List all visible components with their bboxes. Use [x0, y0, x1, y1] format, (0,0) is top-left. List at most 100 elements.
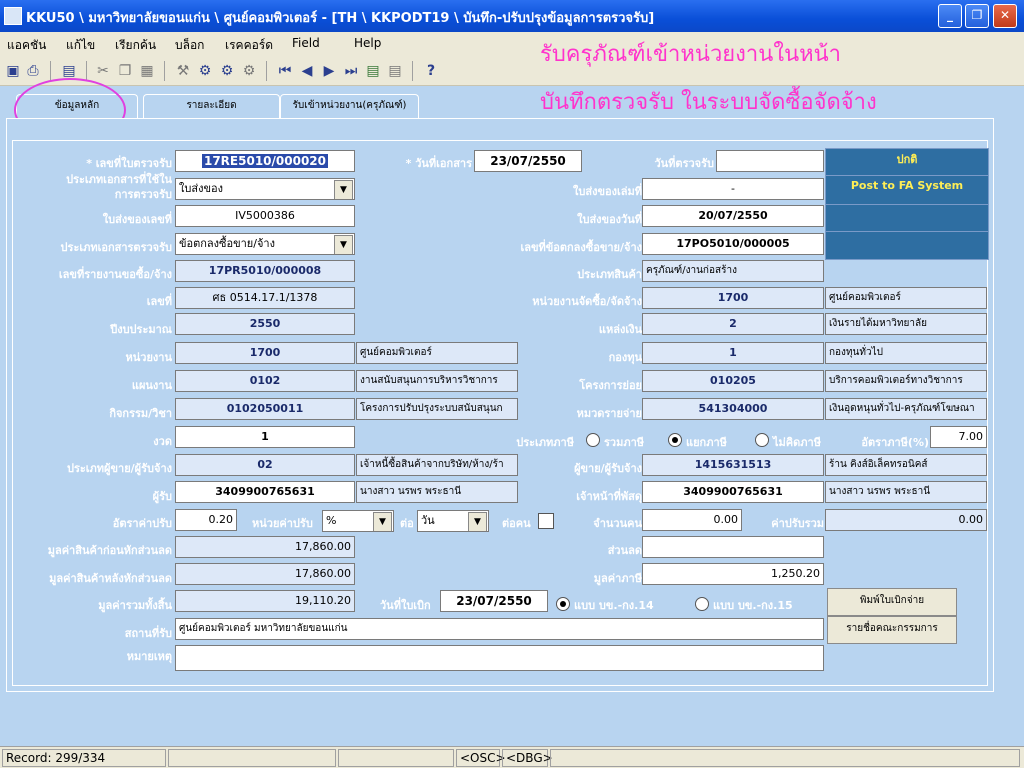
cut-icon[interactable]: ✂: [94, 62, 112, 80]
chevron-down-icon[interactable]: ▼: [334, 235, 353, 254]
fine-unit-select[interactable]: % ▼: [322, 510, 394, 532]
fund-name-field[interactable]: กองทุนทั่วไป: [825, 342, 987, 364]
inspect-doc-type-select[interactable]: ข้อตกลงซื้อขาย/จ้าง ▼: [175, 233, 355, 255]
menu-query[interactable]: เรียกค้น: [115, 36, 156, 55]
paste-icon[interactable]: ▦: [138, 62, 156, 80]
plan-name-field[interactable]: งานสนับสนุนการบริหารวิชาการ: [356, 370, 518, 392]
next-record-icon[interactable]: ▶: [320, 62, 338, 80]
discount-field[interactable]: [642, 536, 824, 558]
per-person-checkbox[interactable]: [538, 513, 554, 529]
activity-code-field[interactable]: 0102050011: [175, 398, 355, 420]
fund-source-name-field[interactable]: เงินรายได้มหาวิทยาลัย: [825, 313, 987, 335]
window-title: KKU50 \ มหาวิทยาลัยขอนแก่น \ ศูนย์คอมพิว…: [26, 11, 655, 26]
fine-rate-field[interactable]: 0.20: [175, 509, 237, 531]
total-field[interactable]: 19,110.20: [175, 590, 355, 612]
chevron-down-icon[interactable]: ▼: [468, 512, 487, 531]
product-type-field[interactable]: ครุภัณฑ์/งานก่อสร้าง: [642, 260, 824, 282]
fine-unit-value: %: [326, 514, 337, 527]
minimize-button[interactable]: _: [938, 4, 962, 28]
restore-button[interactable]: ❐: [965, 4, 989, 28]
doc-type-select[interactable]: ใบส่งของ ▼: [175, 178, 355, 200]
per-select[interactable]: วัน ▼: [417, 510, 489, 532]
officer-id-field[interactable]: 3409900765631: [642, 481, 824, 503]
value-before-field[interactable]: 17,860.00: [175, 536, 355, 558]
sub-project-code-field[interactable]: 010205: [642, 370, 824, 392]
execute-query-icon[interactable]: ⚙: [218, 62, 236, 80]
expense-code-field[interactable]: 541304000: [642, 398, 824, 420]
last-record-icon[interactable]: ⏭: [342, 62, 360, 80]
agreement-no-label: เลขที่ข้อตกลงซื้อขาย/จ้าง: [520, 241, 642, 254]
menu-edit[interactable]: แก้ไข: [66, 36, 95, 55]
help-icon[interactable]: ?: [422, 62, 440, 80]
chevron-down-icon[interactable]: ▼: [334, 180, 353, 199]
budget-year-label: ปีงบประมาณ: [110, 323, 172, 336]
previous-record-icon[interactable]: ◀: [298, 62, 316, 80]
inspect-date-field[interactable]: [716, 150, 824, 172]
first-record-icon[interactable]: ⏮: [276, 62, 294, 80]
receiver-id-field[interactable]: 3409900765631: [175, 481, 355, 503]
unit-name-field[interactable]: ศูนย์คอมพิวเตอร์: [356, 342, 518, 364]
menu-block[interactable]: บล็อก: [175, 36, 204, 55]
enter-query-icon[interactable]: ⚙: [196, 62, 214, 80]
chevron-down-icon[interactable]: ▼: [373, 512, 392, 531]
doc-date-field[interactable]: 23/07/2550: [474, 150, 582, 172]
place-field[interactable]: ศูนย์คอมพิวเตอร์ มหาวิทยาลัยขอนแก่น: [175, 618, 824, 640]
activity-name-field[interactable]: โครงการปรับปรุงระบบสนับสนุนก: [356, 398, 518, 420]
purchase-unit-code-field[interactable]: 1700: [642, 287, 824, 309]
tab-details[interactable]: รายละเอียด: [143, 94, 280, 119]
receipt-no-field[interactable]: 17RE5010/000020: [175, 150, 355, 172]
officer-name-field[interactable]: นางสาว นรพร พระธานี: [825, 481, 987, 503]
form1-radio[interactable]: [556, 597, 570, 611]
print-preview-icon[interactable]: ⎙: [24, 62, 42, 80]
value-after-label: มูลค่าสินค้าหลังหักส่วนลด: [49, 572, 172, 585]
value-after-field[interactable]: 17,860.00: [175, 563, 355, 585]
clear-query-icon[interactable]: ⚒: [174, 62, 192, 80]
fund-code-field[interactable]: 1: [642, 342, 824, 364]
print-withdraw-button[interactable]: พิมพ์ใบเบิกจ่าย: [827, 588, 957, 616]
tax-none-radio[interactable]: [755, 433, 769, 447]
total-fine-field[interactable]: 0.00: [825, 509, 987, 531]
tax-sep-radio[interactable]: [668, 433, 682, 447]
unit-code-field[interactable]: 1700: [175, 342, 355, 364]
vendor-code-field[interactable]: 1415631513: [642, 454, 824, 476]
tax-incl-radio[interactable]: [586, 433, 600, 447]
committee-list-button[interactable]: รายชื่อคณะกรรมการ: [827, 616, 957, 644]
receiver-name-field[interactable]: นางสาว นรพร พระธานี: [356, 481, 518, 503]
save-icon[interactable]: ▣: [4, 62, 22, 80]
no-field[interactable]: ศธ 0514.17.1/1378: [175, 287, 355, 309]
amount-field[interactable]: 0.00: [642, 509, 742, 531]
insert-record-icon[interactable]: ▤: [364, 62, 382, 80]
fund-source-code-field[interactable]: 2: [642, 313, 824, 335]
note-field[interactable]: [175, 645, 824, 671]
installment-field[interactable]: 1: [175, 426, 355, 448]
menu-record[interactable]: เรคคอร์ด: [225, 36, 273, 55]
delivery-no-field[interactable]: IV5000386: [175, 205, 355, 227]
request-no-field[interactable]: 17PR5010/000008: [175, 260, 355, 282]
withdraw-date-field[interactable]: 23/07/2550: [440, 590, 548, 612]
tax-value-field[interactable]: 1,250.20: [642, 563, 824, 585]
close-button[interactable]: ✕: [993, 4, 1017, 28]
tax-rate-field[interactable]: 7.00: [930, 426, 987, 448]
delete-record-icon[interactable]: ▤: [386, 62, 404, 80]
menu-field[interactable]: Field: [292, 36, 320, 50]
sub-project-name-field[interactable]: บริการคอมพิวเตอร์ทางวิชาการ: [825, 370, 987, 392]
status-cell-3: [338, 749, 454, 767]
post-status-badge: Post to FA System: [825, 175, 989, 206]
cancel-query-icon[interactable]: ⚙: [240, 62, 258, 80]
vendor-type-name-field[interactable]: เจ้าหนี้ซื้อสินค้าจากบริษัท/ห้าง/ร้า: [356, 454, 518, 476]
expense-name-field[interactable]: เงินอุดหนุนทั่วไป-ครุภัณฑ์โฆษณา: [825, 398, 987, 420]
purchase-unit-name-field[interactable]: ศูนย์คอมพิวเตอร์: [825, 287, 987, 309]
menu-help[interactable]: Help: [354, 36, 381, 50]
form2-radio[interactable]: [695, 597, 709, 611]
delivery-book-no-field[interactable]: -: [642, 178, 824, 200]
menu-action[interactable]: แอคชัน: [7, 36, 46, 55]
tab-receive-to-unit[interactable]: รับเข้าหน่วยงาน(ครุภัณฑ์): [280, 94, 419, 119]
delivery-date-field[interactable]: 20/07/2550: [642, 205, 824, 227]
tax-type-label: ประเภทภาษี: [516, 436, 574, 449]
copy-icon[interactable]: ❐: [116, 62, 134, 80]
plan-code-field[interactable]: 0102: [175, 370, 355, 392]
budget-year-field[interactable]: 2550: [175, 313, 355, 335]
vendor-name-field[interactable]: ร้าน คิงส์อิเล็คทรอนิคส์: [825, 454, 987, 476]
agreement-no-field[interactable]: 17PO5010/000005: [642, 233, 824, 255]
vendor-type-code-field[interactable]: 02: [175, 454, 355, 476]
